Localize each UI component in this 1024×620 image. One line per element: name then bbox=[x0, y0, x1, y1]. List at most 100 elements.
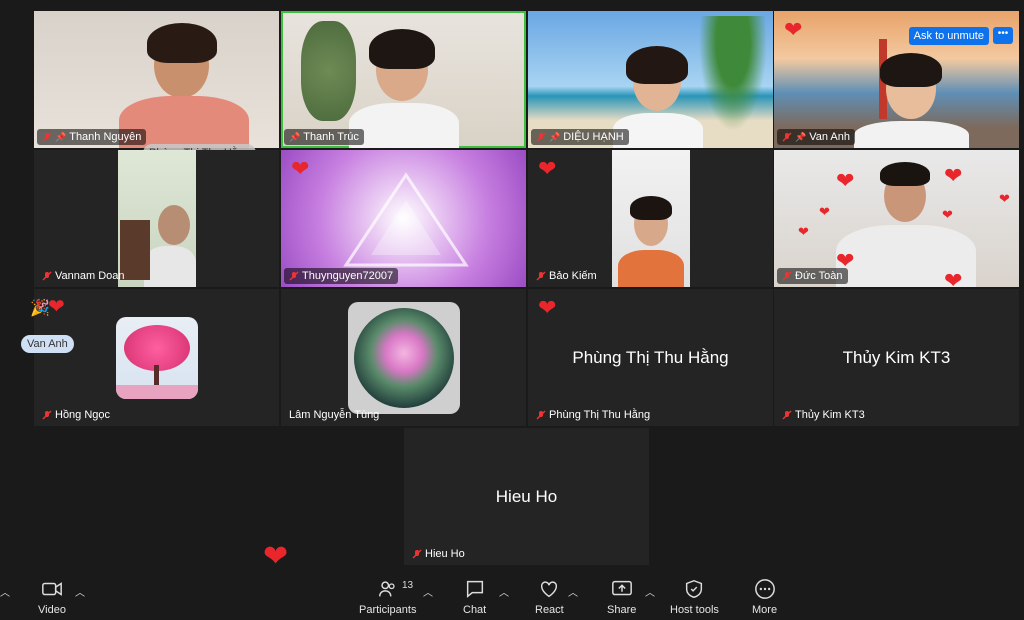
avatar bbox=[348, 302, 460, 414]
heart-reaction-icon: ❤ bbox=[942, 207, 953, 222]
participant-display-name: Hieu Ho bbox=[495, 486, 558, 506]
mic-muted-icon bbox=[42, 132, 52, 142]
participant-name-tag: Thuynguyen72007 bbox=[284, 268, 399, 284]
participant-name-tag: 📌 Van Anh bbox=[777, 129, 855, 145]
participants-options-chevron-icon[interactable]: ︿ bbox=[423, 584, 433, 599]
participant-display-name: Phùng Thị Thu Hằng bbox=[572, 347, 729, 367]
participant-name: Thủy Kim KT3 bbox=[795, 409, 865, 421]
participant-name-tag: 📌 Thanh Nguyên bbox=[37, 129, 147, 145]
avatar bbox=[116, 317, 198, 399]
pin-icon: 📌 bbox=[55, 131, 67, 142]
video-tile-vannam-doan[interactable]: Vannam Doan bbox=[34, 150, 279, 287]
participant-name: Hieu Ho bbox=[425, 548, 465, 560]
participant-name: Van Anh bbox=[809, 131, 850, 143]
hair bbox=[880, 53, 942, 87]
mic-muted-icon bbox=[412, 549, 422, 559]
participant-name: Đức Toàn bbox=[795, 270, 843, 282]
heart-reaction-icon: ❤ bbox=[944, 268, 963, 288]
video-tile-hieu-ho[interactable]: Hieu Ho Hieu Ho bbox=[404, 428, 649, 565]
participant-name-tag: Hồng Ngọc bbox=[37, 407, 115, 423]
heart-reaction-icon: ❤ bbox=[999, 191, 1010, 206]
pin-icon: 📌 bbox=[289, 131, 301, 142]
react-button[interactable]: React bbox=[535, 578, 564, 616]
participant-name: Thanh Trúc bbox=[303, 131, 359, 143]
video-button[interactable]: Video bbox=[38, 578, 66, 616]
party-popper-icon: 🎉 bbox=[30, 300, 50, 317]
chat-options-chevron-icon[interactable]: ︿ bbox=[499, 584, 509, 599]
participant-name: Phùng Thị Thu Hằng bbox=[549, 409, 651, 421]
video-tile-thanh-truc[interactable]: 📌 Thanh Trúc bbox=[281, 11, 526, 148]
video-tile-hong-ngoc[interactable]: Hồng Ngọc bbox=[34, 289, 279, 426]
hair bbox=[147, 23, 217, 63]
clothing bbox=[854, 121, 969, 148]
plant-decoration bbox=[301, 21, 356, 121]
participant-name-tag: Thủy Kim KT3 bbox=[777, 407, 870, 423]
participant-name: Bảo Kiếm bbox=[549, 270, 597, 282]
participant-name-tag: Đức Toàn bbox=[777, 268, 848, 284]
heart-reaction-icon: ❤ bbox=[263, 540, 289, 573]
video-tile-thuynguyen72007[interactable]: ❤ Thuynguyen72007 bbox=[281, 150, 526, 287]
video-tile-thuy-kim-kt3[interactable]: Thủy Kim KT3 Thủy Kim KT3 bbox=[774, 289, 1019, 426]
tile-more-options-button[interactable]: ••• bbox=[993, 27, 1013, 44]
meeting-toolbar: ︿ Video ︿ Participants 13 ︿ Chat ︿ React… bbox=[0, 574, 1024, 620]
heart-reaction-icon: ❤ bbox=[836, 168, 855, 193]
host-tools-button[interactable]: Host tools bbox=[670, 578, 719, 616]
video-tile-bao-kiem[interactable]: ❤ Bảo Kiếm bbox=[528, 150, 773, 287]
participant-name-tag: Phùng Thị Thu Hằng bbox=[531, 407, 655, 423]
mic-muted-icon bbox=[42, 271, 52, 281]
heart-reaction-icon: ❤ bbox=[48, 296, 65, 318]
pin-icon: 📌 bbox=[549, 131, 561, 142]
chat-button[interactable]: Chat bbox=[463, 578, 486, 616]
video-camera-icon bbox=[42, 582, 62, 596]
participant-name-tag: Vannam Doan bbox=[37, 268, 130, 284]
meeting-gallery: 📌 Thanh Nguyên 📌 Thanh Trúc 📌 DIỆU HẠNH … bbox=[0, 0, 1024, 620]
video-options-chevron-icon[interactable]: ︿ bbox=[75, 584, 85, 599]
react-label: React bbox=[535, 604, 564, 616]
video-tile-van-anh[interactable]: ❤ Ask to unmute ••• 📌 Van Anh bbox=[774, 11, 1019, 148]
hair bbox=[626, 46, 688, 84]
share-label: Share bbox=[607, 604, 637, 616]
shield-icon bbox=[686, 579, 703, 599]
chevron-up-icon[interactable]: ︿ bbox=[0, 584, 10, 599]
participant-video bbox=[118, 150, 196, 287]
participant-name: Thanh Nguyên bbox=[69, 131, 142, 143]
video-tile-dieu-hanh[interactable]: 📌 DIỆU HẠNH bbox=[528, 11, 773, 148]
participant-name-tag: Lâm Nguyễn Tùng bbox=[284, 407, 384, 423]
participant-name: Lâm Nguyễn Tùng bbox=[289, 409, 380, 421]
mic-muted-icon bbox=[42, 410, 52, 420]
ask-to-unmute-button[interactable]: Ask to unmute bbox=[908, 27, 989, 45]
participants-label: Participants bbox=[359, 604, 417, 616]
mic-muted-icon bbox=[289, 271, 299, 281]
more-button[interactable]: More bbox=[752, 578, 777, 616]
share-screen-icon bbox=[611, 580, 632, 596]
share-button[interactable]: Share bbox=[607, 578, 636, 616]
mic-muted-icon bbox=[782, 132, 792, 142]
participant-name-tag: Hieu Ho bbox=[407, 546, 470, 562]
host-tools-label: Host tools bbox=[670, 604, 719, 616]
mic-muted-icon bbox=[782, 410, 792, 420]
more-dots-icon bbox=[754, 579, 775, 599]
participant-display-name: Thủy Kim KT3 bbox=[842, 347, 951, 367]
video-tile-duc-toan[interactable]: ❤ ❤ ❤ ❤ ❤ ❤ ❤ ❤ Đức Toàn bbox=[774, 150, 1019, 287]
participants-icon bbox=[378, 581, 395, 597]
clothing bbox=[349, 103, 459, 148]
participants-count-badge: 13 bbox=[402, 580, 414, 591]
heart-outline-icon bbox=[541, 581, 558, 598]
chat-bubble-icon bbox=[466, 580, 483, 598]
mic-muted-icon bbox=[536, 271, 546, 281]
participant-name-tag: 📌 DIỆU HẠNH bbox=[531, 129, 629, 145]
heart-reaction-icon: ❤ bbox=[798, 224, 809, 239]
light-triangle-graphic bbox=[343, 172, 469, 267]
participant-name: DIỆU HẠNH bbox=[563, 131, 624, 143]
video-tile-thanh-nguyen[interactable]: 📌 Thanh Nguyên bbox=[34, 11, 279, 148]
hair bbox=[880, 162, 930, 186]
video-tile-lam-nguyen-tung[interactable]: Lâm Nguyễn Tùng bbox=[281, 289, 526, 426]
reaction-sender-badge: Van Anh bbox=[21, 335, 74, 353]
video-tile-phung-thi-thu-hang[interactable]: ❤ Phùng Thị Thu Hằng Phùng Thị Thu Hằng bbox=[528, 289, 773, 426]
participant-name: Thuynguyen72007 bbox=[302, 270, 394, 282]
heart-reaction-icon: ❤ bbox=[291, 156, 310, 181]
heart-reaction-icon: ❤ bbox=[819, 204, 830, 219]
share-options-chevron-icon[interactable]: ︿ bbox=[645, 584, 655, 599]
react-options-chevron-icon[interactable]: ︿ bbox=[568, 584, 578, 599]
participant-name: Hồng Ngọc bbox=[55, 409, 111, 421]
